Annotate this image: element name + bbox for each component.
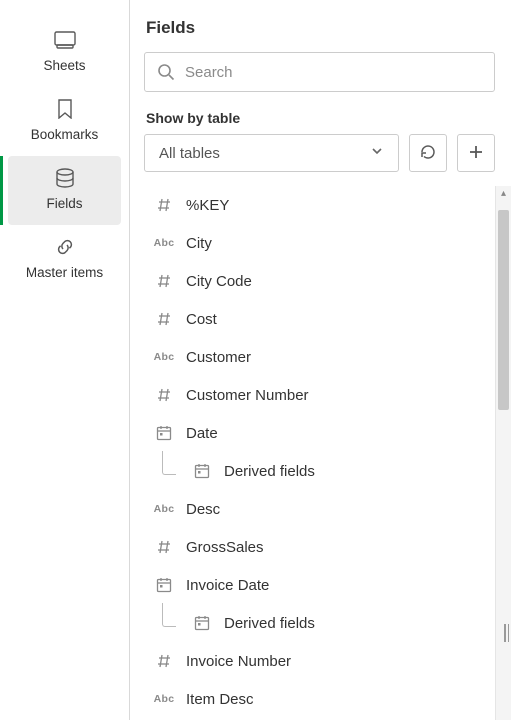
table-select-value: All tables (159, 145, 220, 162)
field-label: Invoice Date (186, 577, 269, 594)
field-row[interactable]: %KEY (144, 186, 495, 224)
field-label: Derived fields (224, 463, 315, 480)
field-label: Cost (186, 311, 217, 328)
field-label: Derived fields (224, 615, 315, 632)
resize-handle-icon[interactable] (504, 624, 509, 642)
field-type-num-icon (152, 272, 176, 290)
plus-icon (468, 144, 484, 163)
field-label: Customer Number (186, 387, 309, 404)
field-label: City Code (186, 273, 252, 290)
field-row[interactable]: Derived fields (144, 452, 495, 490)
panel-title: Fields (144, 18, 511, 38)
field-row[interactable]: Abc City (144, 224, 495, 262)
nav-master-items[interactable]: Master items (0, 225, 129, 294)
bookmark-icon (54, 99, 76, 119)
field-type-abc-icon: Abc (152, 351, 176, 363)
field-label: Invoice Number (186, 653, 291, 670)
field-row[interactable]: Derived fields (144, 604, 495, 642)
field-row[interactable]: Cost (144, 300, 495, 338)
field-type-date-icon (152, 425, 176, 441)
field-type-date-icon (190, 463, 214, 479)
field-row[interactable]: Abc Desc (144, 490, 495, 528)
field-label: Date (186, 425, 218, 442)
field-type-num-icon (152, 310, 176, 328)
field-label: GrossSales (186, 539, 264, 556)
scroll-thumb[interactable] (498, 210, 509, 410)
field-type-num-icon (152, 196, 176, 214)
field-row[interactable]: GrossSales (144, 528, 495, 566)
show-by-table-label: Show by table (146, 110, 511, 126)
field-row[interactable]: Abc Customer (144, 338, 495, 376)
tree-connector-icon (162, 451, 176, 475)
nav-label: Fields (46, 196, 82, 211)
field-row[interactable]: Customer Number (144, 376, 495, 414)
search-box[interactable] (144, 52, 495, 92)
field-type-num-icon (152, 386, 176, 404)
refresh-button[interactable] (409, 134, 447, 172)
field-type-num-icon (152, 652, 176, 670)
field-label: City (186, 235, 212, 252)
field-label: %KEY (186, 197, 229, 214)
database-icon (54, 168, 76, 188)
nav-bookmarks[interactable]: Bookmarks (0, 87, 129, 156)
field-row[interactable]: Invoice Number (144, 642, 495, 680)
scroll-up-icon[interactable]: ▴ (496, 186, 511, 200)
field-row[interactable]: City Code (144, 262, 495, 300)
field-type-date-icon (190, 615, 214, 631)
field-list: %KEY Abc City City Code Cost Abc Customer Custo… (144, 186, 495, 720)
field-row[interactable]: Invoice Date (144, 566, 495, 604)
field-label: Customer (186, 349, 251, 366)
field-label: Desc (186, 501, 220, 518)
scrollbar[interactable]: ▴ (495, 186, 511, 720)
field-label: Item Desc (186, 691, 254, 708)
field-type-abc-icon: Abc (152, 693, 176, 705)
sheet-icon (54, 30, 76, 50)
table-select[interactable]: All tables (144, 134, 399, 172)
nav-fields[interactable]: Fields (8, 156, 121, 225)
field-row[interactable]: Abc Item Desc (144, 680, 495, 718)
field-type-abc-icon: Abc (152, 503, 176, 515)
search-icon (157, 63, 175, 81)
main-panel: Fields Show by table All tables (130, 0, 511, 720)
nav-label: Master items (26, 265, 103, 280)
refresh-icon (419, 143, 437, 164)
chevron-down-icon (370, 144, 384, 162)
sidebar: Sheets Bookmarks Fields (0, 0, 130, 720)
link-icon (54, 237, 76, 257)
field-type-abc-icon: Abc (152, 237, 176, 249)
field-type-date-icon (152, 577, 176, 593)
add-button[interactable] (457, 134, 495, 172)
field-type-num-icon (152, 538, 176, 556)
tree-connector-icon (162, 603, 176, 627)
nav-sheets[interactable]: Sheets (0, 18, 129, 87)
nav-label: Sheets (43, 58, 85, 73)
field-row[interactable]: Date (144, 414, 495, 452)
search-input[interactable] (185, 64, 482, 81)
nav-label: Bookmarks (31, 127, 99, 142)
